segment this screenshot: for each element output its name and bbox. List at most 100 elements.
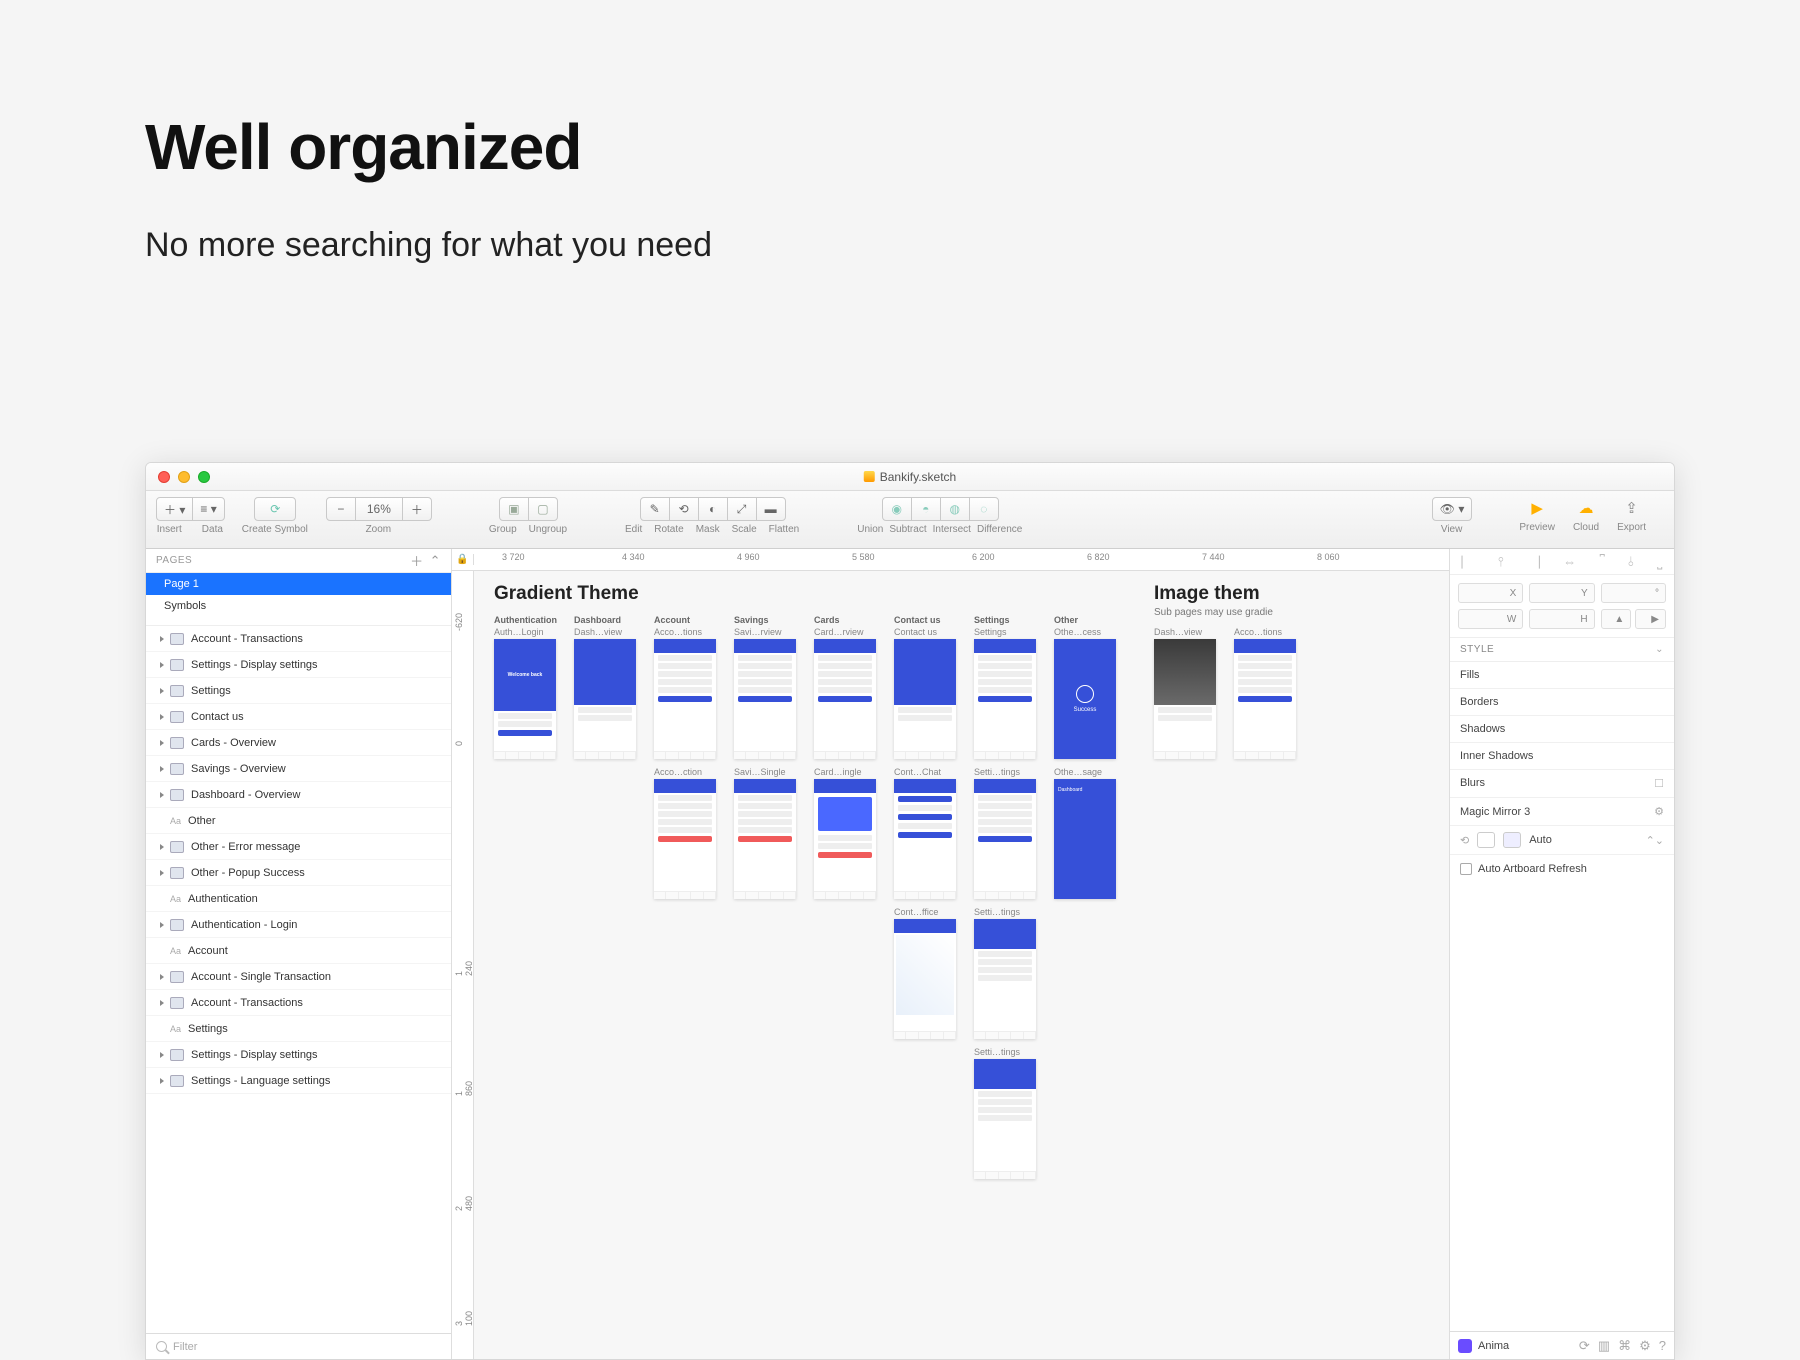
intersect-button[interactable]: ◍: [940, 497, 970, 521]
layer-item[interactable]: Settings: [146, 678, 451, 704]
layer-item[interactable]: Account - Transactions: [146, 626, 451, 652]
disclosure-triangle-icon[interactable]: [160, 1078, 164, 1084]
layer-item[interactable]: Account - Single Transaction: [146, 964, 451, 990]
artboard[interactable]: Success: [1054, 639, 1116, 759]
borders-row[interactable]: Borders: [1450, 689, 1674, 716]
layer-item[interactable]: Other - Error message: [146, 834, 451, 860]
disclosure-triangle-icon[interactable]: [160, 870, 164, 876]
disclosure-triangle-icon[interactable]: [160, 740, 164, 746]
layer-item[interactable]: AaAuthentication: [146, 886, 451, 912]
zoom-level[interactable]: 16%: [355, 497, 403, 521]
artboard[interactable]: [1154, 639, 1216, 759]
layer-item[interactable]: Savings - Overview: [146, 756, 451, 782]
rotate-button[interactable]: ⟲: [669, 497, 699, 521]
mask-button[interactable]: ◐: [698, 497, 728, 521]
artboard[interactable]: [814, 639, 876, 759]
style-section-header[interactable]: STYLE⌄: [1450, 637, 1674, 662]
layer-item[interactable]: AaSettings: [146, 1016, 451, 1042]
artboard[interactable]: [814, 779, 876, 899]
layer-item[interactable]: Account - Transactions: [146, 990, 451, 1016]
magic-mirror-row[interactable]: Magic Mirror 3⚙: [1450, 798, 1674, 826]
union-button[interactable]: ◉: [882, 497, 912, 521]
artboard[interactable]: [974, 639, 1036, 759]
flatten-button[interactable]: ▬: [756, 497, 786, 521]
layer-item[interactable]: Cards - Overview: [146, 730, 451, 756]
cloud-button[interactable]: ☁: [1575, 497, 1597, 519]
page-item[interactable]: Symbols: [146, 595, 451, 617]
disclosure-triangle-icon[interactable]: [160, 766, 164, 772]
disclosure-triangle-icon[interactable]: [160, 714, 164, 720]
ruler-lock-icon[interactable]: 🔒: [452, 554, 474, 565]
disclosure-triangle-icon[interactable]: [160, 922, 164, 928]
h-field[interactable]: H: [1529, 609, 1594, 629]
layer-item[interactable]: Settings - Display settings: [146, 652, 451, 678]
anima-bar[interactable]: Anima ⟳▥⌘⚙?: [1450, 1331, 1674, 1359]
w-field[interactable]: W: [1458, 609, 1523, 629]
add-page-button[interactable]: ＋: [410, 551, 424, 570]
canvas-area[interactable]: 🔒 3 720 4 340 4 960 5 580 6 200 6 820 7 …: [452, 549, 1449, 1359]
zoom-out-button[interactable]: −: [326, 497, 356, 521]
artboard[interactable]: [974, 919, 1036, 1039]
create-symbol-button[interactable]: ⟳: [254, 497, 296, 521]
artboard[interactable]: Dashboard: [1054, 779, 1116, 899]
filter-bar[interactable]: Filter: [146, 1333, 451, 1359]
artboard[interactable]: [1234, 639, 1296, 759]
disclosure-triangle-icon[interactable]: [160, 1052, 164, 1058]
artboard[interactable]: [734, 639, 796, 759]
disclosure-triangle-icon[interactable]: [160, 636, 164, 642]
view-button[interactable]: 👁 ▾: [1432, 497, 1473, 521]
disclosure-triangle-icon[interactable]: [160, 844, 164, 850]
group-button[interactable]: ▣: [499, 497, 529, 521]
scale-button[interactable]: ⤢: [727, 497, 757, 521]
artboard[interactable]: Welcome back: [494, 639, 556, 759]
export-button[interactable]: ⇪: [1621, 497, 1643, 519]
layer-item[interactable]: AaAccount: [146, 938, 451, 964]
artboard[interactable]: [574, 639, 636, 759]
flip-v-button[interactable]: ▶: [1635, 609, 1666, 629]
edit-button[interactable]: ✎: [640, 497, 670, 521]
fills-row[interactable]: Fills: [1450, 662, 1674, 689]
close-window-button[interactable]: [158, 471, 170, 483]
layer-item[interactable]: AaOther: [146, 808, 451, 834]
artboard[interactable]: [894, 779, 956, 899]
alignment-controls[interactable]: ⎸⫯⎹ ⇔⎴⫰⎵: [1450, 549, 1674, 575]
artboard[interactable]: [894, 639, 956, 759]
preview-button[interactable]: ▶: [1526, 497, 1548, 519]
difference-button[interactable]: ◌: [969, 497, 999, 521]
page-item-active[interactable]: Page 1: [146, 573, 451, 595]
data-button[interactable]: ≡ ▾: [192, 497, 224, 521]
layer-item[interactable]: Settings - Language settings: [146, 1068, 451, 1094]
blurs-row[interactable]: Blurs☐: [1450, 770, 1674, 798]
flip-h-button[interactable]: ▲: [1601, 609, 1632, 629]
artboard[interactable]: [654, 779, 716, 899]
auto-artboard-refresh[interactable]: Auto Artboard Refresh: [1450, 855, 1674, 883]
layer-item[interactable]: Contact us: [146, 704, 451, 730]
zoom-in-button[interactable]: ＋: [402, 497, 432, 521]
disclosure-triangle-icon[interactable]: [160, 974, 164, 980]
artboard[interactable]: [974, 779, 1036, 899]
layer-item[interactable]: Other - Popup Success: [146, 860, 451, 886]
ungroup-button[interactable]: ▢: [528, 497, 558, 521]
magic-mirror-controls[interactable]: ⟲ Auto⌃⌄: [1450, 826, 1674, 855]
collapse-pages-button[interactable]: ⌃: [430, 553, 441, 569]
insert-button[interactable]: ＋ ▾: [156, 497, 193, 521]
artboard[interactable]: [974, 1059, 1036, 1179]
artboard[interactable]: [734, 779, 796, 899]
layer-item[interactable]: Authentication - Login: [146, 912, 451, 938]
subtract-button[interactable]: ◓: [911, 497, 941, 521]
x-field[interactable]: X: [1458, 583, 1523, 603]
zoom-window-button[interactable]: [198, 471, 210, 483]
artboard[interactable]: [894, 919, 956, 1039]
layer-item[interactable]: Settings - Display settings: [146, 1042, 451, 1068]
inner-shadows-row[interactable]: Inner Shadows: [1450, 743, 1674, 770]
disclosure-triangle-icon[interactable]: [160, 688, 164, 694]
minimize-window-button[interactable]: [178, 471, 190, 483]
artboard[interactable]: [654, 639, 716, 759]
y-field[interactable]: Y: [1529, 583, 1594, 603]
disclosure-triangle-icon[interactable]: [160, 792, 164, 798]
shadows-row[interactable]: Shadows: [1450, 716, 1674, 743]
disclosure-triangle-icon[interactable]: [160, 1000, 164, 1006]
disclosure-triangle-icon[interactable]: [160, 662, 164, 668]
layer-item[interactable]: Dashboard - Overview: [146, 782, 451, 808]
rotation-field[interactable]: °: [1601, 583, 1666, 603]
